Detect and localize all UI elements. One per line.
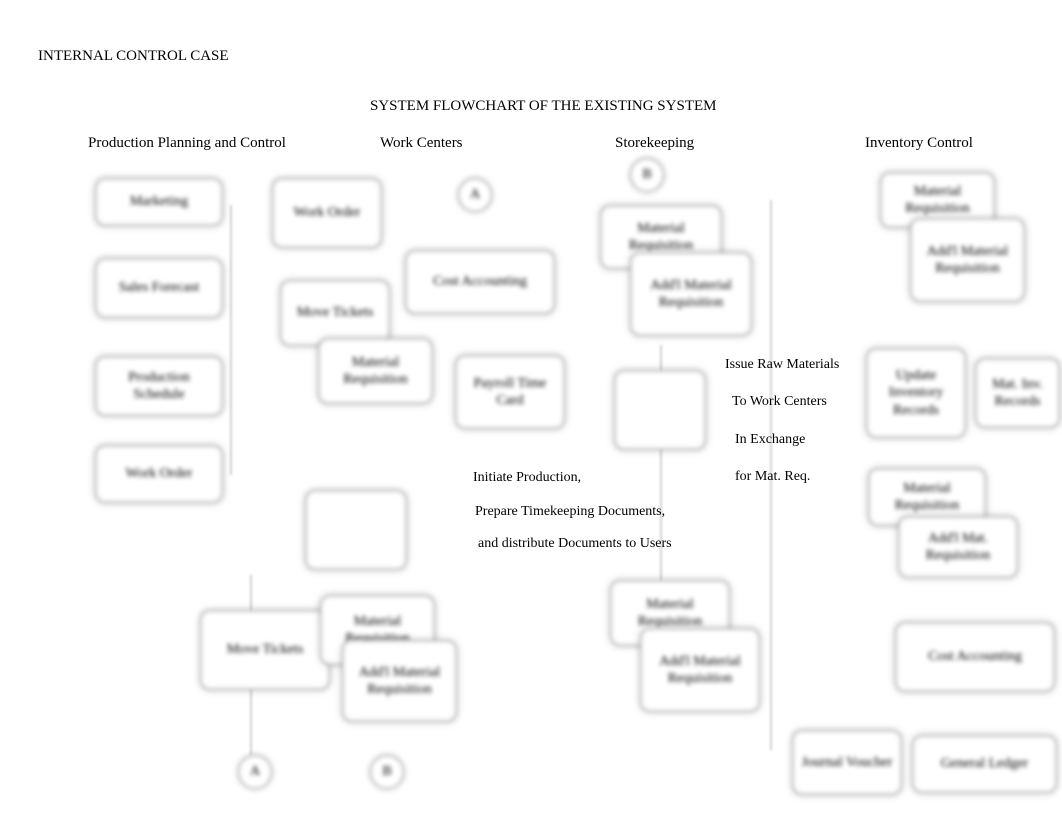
flow-line [230, 205, 232, 475]
box-payroll-timecard: Payroll Time Card [455, 355, 565, 429]
narrative-line-3: and distribute Documents to Users [478, 535, 672, 553]
box-move-tickets-top: Move Tickets [280, 280, 390, 346]
narrative-line-2: Prepare Timekeeping Documents, [475, 503, 665, 521]
flowchart-title: SYSTEM FLOWCHART OF THE EXISTING SYSTEM [370, 98, 717, 115]
sk-issue-line-2: To Work Centers [732, 393, 827, 411]
box-mat-inv-records: Mat. Inv. Records [975, 358, 1060, 428]
col-ic: Inventory Control [865, 135, 973, 152]
connector-b-top: B [630, 158, 664, 192]
connector-b-bottom: B [370, 755, 404, 789]
box-general-ledger: General Ledger [912, 735, 1057, 793]
box-work-order-left: Work Order [95, 445, 223, 503]
box-material-req-top: Material Requisition [318, 338, 433, 404]
box-marketing: Marketing [95, 178, 223, 226]
box-ic-addl-material-req-top: Add'l Material Requisition [910, 218, 1025, 302]
sk-issue-line-1: Issue Raw Materials [725, 356, 839, 374]
box-ic-addl-mat-req-mid: Add'l Mat. Requisition [898, 516, 1018, 578]
box-addl-material-req-bottom: Add'l Material Requisition [342, 640, 457, 722]
box-journal-voucher: Journal Voucher [792, 730, 902, 795]
box-sk-addl-material-req-bottom: Add'l Material Requisition [640, 628, 760, 712]
col-sk: Storekeeping [615, 135, 694, 152]
col-wc: Work Centers [380, 135, 463, 152]
connector-a-top: A [458, 178, 492, 212]
sk-issue-line-4: for Mat. Req. [735, 468, 810, 486]
box-production-schedule: Production Schedule [95, 356, 223, 416]
box-process-ppc [305, 490, 407, 570]
col-ppc: Production Planning and Control [88, 135, 286, 152]
box-sales-forecast: Sales Forecast [95, 258, 223, 318]
box-work-order-right: Work Order [272, 178, 382, 248]
box-sk-addl-material-req-top: Add'l Material Requisition [630, 252, 752, 336]
box-ic-cost-accounting: Cost Accounting [895, 622, 1055, 692]
case-title: INTERNAL CONTROL CASE [38, 48, 229, 65]
narrative-line-1: Initiate Production, [473, 469, 581, 487]
sk-issue-line-3: In Exchange [735, 431, 805, 449]
box-cost-accounting-wc: Cost Accounting [405, 250, 555, 314]
box-process-sk [614, 370, 706, 450]
connector-a-bottom: A [238, 755, 272, 789]
box-update-inventory: Update Inventory Records [866, 348, 966, 438]
box-move-tickets-bottom: Move Tickets [200, 610, 330, 690]
